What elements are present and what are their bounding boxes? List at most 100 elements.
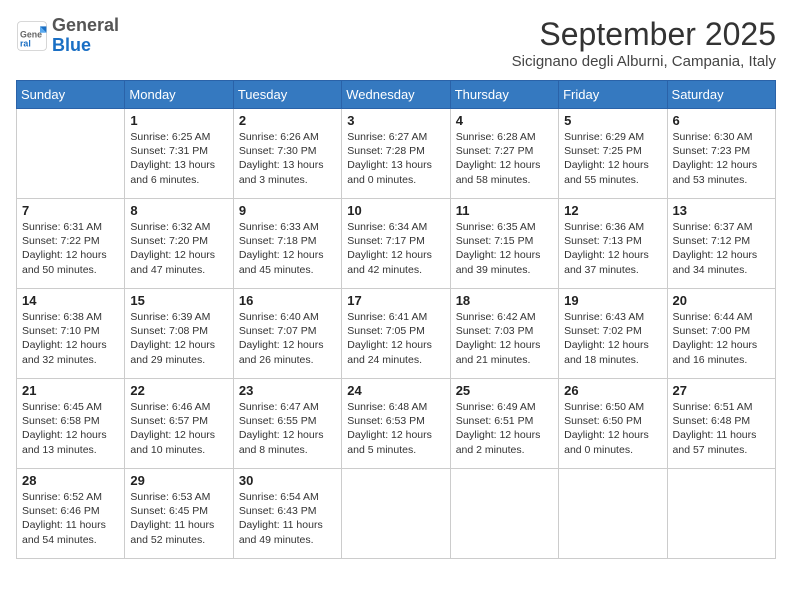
logo: Gene ral General Blue — [16, 16, 119, 56]
logo-general: General — [52, 16, 119, 36]
calendar-cell: 17Sunrise: 6:41 AM Sunset: 7:05 PM Dayli… — [342, 289, 450, 379]
day-info: Sunrise: 6:48 AM Sunset: 6:53 PM Dayligh… — [347, 400, 444, 457]
day-info: Sunrise: 6:51 AM Sunset: 6:48 PM Dayligh… — [673, 400, 770, 457]
day-info: Sunrise: 6:38 AM Sunset: 7:10 PM Dayligh… — [22, 310, 119, 367]
col-header-friday: Friday — [559, 81, 667, 109]
day-info: Sunrise: 6:27 AM Sunset: 7:28 PM Dayligh… — [347, 130, 444, 187]
calendar-cell: 30 Sunrise: 6:54 AM Sunset: 6:43 PM Dayli… — [233, 469, 341, 559]
calendar-cell: 18Sunrise: 6:42 AM Sunset: 7:03 PM Dayli… — [450, 289, 558, 379]
svg-text:ral: ral — [20, 38, 31, 48]
day-info: Sunrise: 6:35 AM Sunset: 7:15 PM Dayligh… — [456, 220, 553, 277]
day-info: Sunrise: 6:52 AM Sunset: 6:46 PM Dayligh… — [22, 490, 119, 547]
day-info: Sunrise: 6:28 AM Sunset: 7:27 PM Dayligh… — [456, 130, 553, 187]
calendar-cell: 20 Sunrise: 6:44 AM Sunset: 7:00 PM Dayli… — [667, 289, 775, 379]
calendar-cell: 5 Sunrise: 6:29 AM Sunset: 7:25 PM Daylig… — [559, 109, 667, 199]
day-info: Sunrise: 6:37 AM Sunset: 7:12 PM Dayligh… — [673, 220, 770, 277]
day-number: 26 — [564, 383, 661, 398]
day-info: Sunrise: 6:50 AM Sunset: 6:50 PM Dayligh… — [564, 400, 661, 457]
day-info: Sunrise: 6:45 AM Sunset: 6:58 PM Dayligh… — [22, 400, 119, 457]
day-number: 3 — [347, 113, 444, 128]
day-number: 16 — [239, 293, 336, 308]
week-row-5: 28Sunrise: 6:52 AM Sunset: 6:46 PM Dayli… — [17, 469, 776, 559]
day-info: Sunrise: 6:46 AM Sunset: 6:57 PM Dayligh… — [130, 400, 227, 457]
week-row-2: 7 Sunrise: 6:31 AM Sunset: 7:22 PM Daylig… — [17, 199, 776, 289]
month-title: September 2025 — [512, 16, 776, 53]
col-header-wednesday: Wednesday — [342, 81, 450, 109]
calendar-cell — [667, 469, 775, 559]
day-info: Sunrise: 6:47 AM Sunset: 6:55 PM Dayligh… — [239, 400, 336, 457]
day-info: Sunrise: 6:34 AM Sunset: 7:17 PM Dayligh… — [347, 220, 444, 277]
calendar-cell: 23 Sunrise: 6:47 AM Sunset: 6:55 PM Dayli… — [233, 379, 341, 469]
calendar-cell — [342, 469, 450, 559]
calendar-cell: 1Sunrise: 6:25 AM Sunset: 7:31 PM Daylig… — [125, 109, 233, 199]
day-info: Sunrise: 6:42 AM Sunset: 7:03 PM Dayligh… — [456, 310, 553, 367]
day-number: 23 — [239, 383, 336, 398]
calendar-cell: 26 Sunrise: 6:50 AM Sunset: 6:50 PM Dayli… — [559, 379, 667, 469]
day-info: Sunrise: 6:49 AM Sunset: 6:51 PM Dayligh… — [456, 400, 553, 457]
calendar-cell: 29Sunrise: 6:53 AM Sunset: 6:45 PM Dayli… — [125, 469, 233, 559]
day-number: 30 — [239, 473, 336, 488]
day-number: 2 — [239, 113, 336, 128]
calendar-cell — [450, 469, 558, 559]
week-row-4: 21 Sunrise: 6:45 AM Sunset: 6:58 PM Dayli… — [17, 379, 776, 469]
day-number: 5 — [564, 113, 661, 128]
title-block: September 2025 Sicignano degli Alburni, … — [512, 16, 776, 70]
day-info: Sunrise: 6:25 AM Sunset: 7:31 PM Dayligh… — [130, 130, 227, 187]
day-info: Sunrise: 6:40 AM Sunset: 7:07 PM Dayligh… — [239, 310, 336, 367]
day-number: 12 — [564, 203, 661, 218]
col-header-monday: Monday — [125, 81, 233, 109]
calendar-cell — [17, 109, 125, 199]
calendar-cell: 28Sunrise: 6:52 AM Sunset: 6:46 PM Dayli… — [17, 469, 125, 559]
day-info: Sunrise: 6:36 AM Sunset: 7:13 PM Dayligh… — [564, 220, 661, 277]
day-number: 9 — [239, 203, 336, 218]
calendar-cell: 19Sunrise: 6:43 AM Sunset: 7:02 PM Dayli… — [559, 289, 667, 379]
day-info: Sunrise: 6:32 AM Sunset: 7:20 PM Dayligh… — [130, 220, 227, 277]
day-number: 24 — [347, 383, 444, 398]
calendar-cell: 11 Sunrise: 6:35 AM Sunset: 7:15 PM Dayli… — [450, 199, 558, 289]
day-number: 21 — [22, 383, 119, 398]
calendar-cell: 8 Sunrise: 6:32 AM Sunset: 7:20 PM Daylig… — [125, 199, 233, 289]
calendar-cell: 13 Sunrise: 6:37 AM Sunset: 7:12 PM Dayli… — [667, 199, 775, 289]
day-number: 22 — [130, 383, 227, 398]
day-number: 29 — [130, 473, 227, 488]
day-info: Sunrise: 6:54 AM Sunset: 6:43 PM Dayligh… — [239, 490, 336, 547]
day-number: 27 — [673, 383, 770, 398]
col-header-tuesday: Tuesday — [233, 81, 341, 109]
calendar-cell: 10 Sunrise: 6:34 AM Sunset: 7:17 PM Dayli… — [342, 199, 450, 289]
day-number: 17 — [347, 293, 444, 308]
calendar-cell: 25 Sunrise: 6:49 AM Sunset: 6:51 PM Dayli… — [450, 379, 558, 469]
day-number: 6 — [673, 113, 770, 128]
calendar-cell: 9 Sunrise: 6:33 AM Sunset: 7:18 PM Daylig… — [233, 199, 341, 289]
calendar-cell: 14Sunrise: 6:38 AM Sunset: 7:10 PM Dayli… — [17, 289, 125, 379]
calendar-cell — [559, 469, 667, 559]
day-info: Sunrise: 6:31 AM Sunset: 7:22 PM Dayligh… — [22, 220, 119, 277]
day-number: 7 — [22, 203, 119, 218]
day-number: 25 — [456, 383, 553, 398]
day-number: 13 — [673, 203, 770, 218]
day-number: 19 — [564, 293, 661, 308]
calendar-header-row: SundayMondayTuesdayWednesdayThursdayFrid… — [17, 81, 776, 109]
day-info: Sunrise: 6:26 AM Sunset: 7:30 PM Dayligh… — [239, 130, 336, 187]
day-number: 20 — [673, 293, 770, 308]
week-row-1: 1Sunrise: 6:25 AM Sunset: 7:31 PM Daylig… — [17, 109, 776, 199]
calendar-cell: 15Sunrise: 6:39 AM Sunset: 7:08 PM Dayli… — [125, 289, 233, 379]
logo-blue: Blue — [52, 36, 119, 56]
day-info: Sunrise: 6:30 AM Sunset: 7:23 PM Dayligh… — [673, 130, 770, 187]
page-header: Gene ral General Blue September 2025 Sic… — [16, 16, 776, 70]
calendar-cell: 6 Sunrise: 6:30 AM Sunset: 7:23 PM Daylig… — [667, 109, 775, 199]
day-number: 8 — [130, 203, 227, 218]
day-number: 4 — [456, 113, 553, 128]
calendar-cell: 2 Sunrise: 6:26 AM Sunset: 7:30 PM Daylig… — [233, 109, 341, 199]
calendar-cell: 7 Sunrise: 6:31 AM Sunset: 7:22 PM Daylig… — [17, 199, 125, 289]
day-number: 10 — [347, 203, 444, 218]
calendar-cell: 27 Sunrise: 6:51 AM Sunset: 6:48 PM Dayli… — [667, 379, 775, 469]
calendar-cell: 16 Sunrise: 6:40 AM Sunset: 7:07 PM Dayli… — [233, 289, 341, 379]
day-info: Sunrise: 6:44 AM Sunset: 7:00 PM Dayligh… — [673, 310, 770, 367]
week-row-3: 14Sunrise: 6:38 AM Sunset: 7:10 PM Dayli… — [17, 289, 776, 379]
day-number: 11 — [456, 203, 553, 218]
location: Sicignano degli Alburni, Campania, Italy — [512, 53, 776, 70]
day-info: Sunrise: 6:29 AM Sunset: 7:25 PM Dayligh… — [564, 130, 661, 187]
day-info: Sunrise: 6:33 AM Sunset: 7:18 PM Dayligh… — [239, 220, 336, 277]
calendar-table: SundayMondayTuesdayWednesdayThursdayFrid… — [16, 80, 776, 559]
calendar-cell: 22 Sunrise: 6:46 AM Sunset: 6:57 PM Dayli… — [125, 379, 233, 469]
